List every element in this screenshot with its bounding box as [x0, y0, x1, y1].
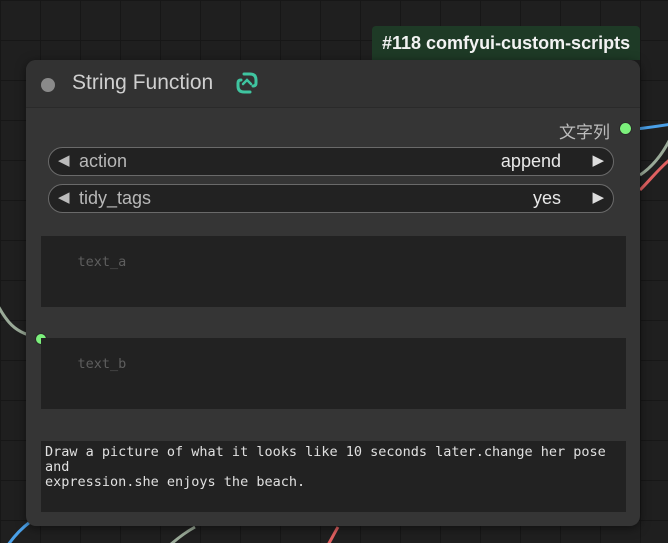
combo-left-arrow-icon[interactable]: ◀ [58, 151, 70, 169]
link-wire-grey-right [639, 139, 668, 177]
combo-left-arrow-icon[interactable]: ◀ [58, 188, 70, 206]
string-function-node[interactable]: String Function 文字列 ◀ action append ▶ ◀ … [26, 60, 640, 526]
tidy-tags-combo[interactable]: ◀ tidy_tags yes ▶ [48, 184, 614, 213]
node-title: String Function [72, 71, 214, 94]
link-wire-grey-bottom [170, 525, 196, 543]
link-wire-red-bottom [327, 526, 340, 543]
text-a-placeholder: text_a [77, 254, 127, 270]
combo-right-arrow-icon[interactable]: ▶ [592, 188, 604, 206]
output-slot-dot[interactable] [619, 122, 632, 135]
collapse-toggle-icon[interactable] [41, 78, 55, 92]
node-header[interactable]: String Function [26, 60, 640, 108]
text-c-textarea[interactable]: Draw a picture of what it looks like 10 … [41, 441, 626, 512]
text-b-placeholder: text_b [77, 356, 127, 372]
combo-right-arrow-icon[interactable]: ▶ [592, 151, 604, 169]
tidy-tags-value: yes [532, 188, 561, 208]
output-label-string: 文字列 [559, 123, 610, 143]
action-combo[interactable]: ◀ action append ▶ [48, 147, 614, 176]
link-icon [236, 72, 258, 94]
text-a-textarea[interactable]: text_a [41, 236, 626, 307]
text-b-textarea[interactable]: text_b [41, 338, 626, 409]
node-id-badge: #118 comfyui-custom-scripts [372, 26, 641, 60]
action-value: append [500, 151, 561, 171]
tidy-tags-label: tidy_tags [79, 188, 152, 208]
action-label: action [79, 151, 128, 171]
link-wire-blue-bottom [7, 520, 31, 543]
